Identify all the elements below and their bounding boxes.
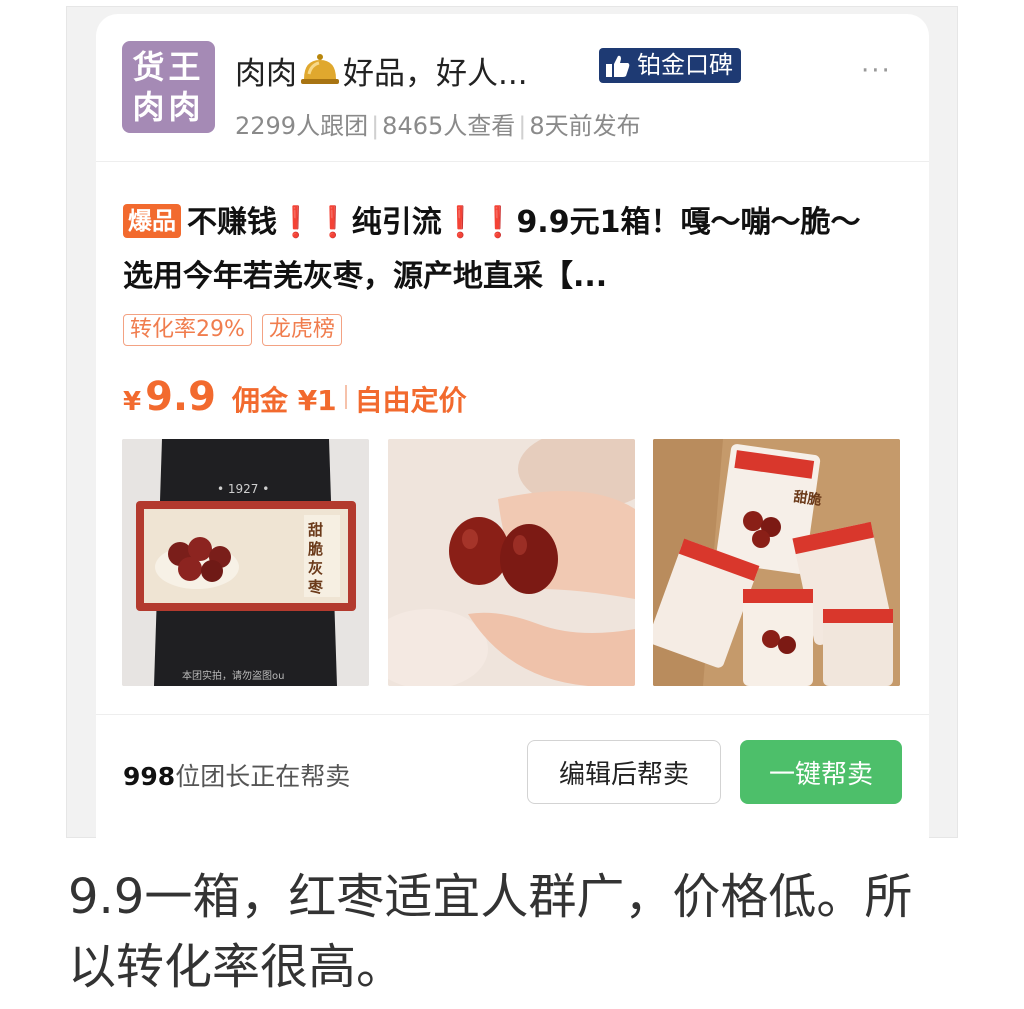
svg-text:• 1927 •: • 1927 • — [217, 482, 269, 496]
helper-count-text: 998位团长正在帮卖 — [123, 757, 350, 793]
product-box-image: • 1927 • 甜 脆 灰 枣 本团实拍，请勿盗图ou — [122, 439, 369, 686]
exclamation-icon: ❗❗ — [277, 205, 352, 240]
one-click-sell-button[interactable]: 一键帮卖 — [740, 740, 902, 804]
hot-item-tag: 爆品 — [123, 204, 181, 238]
free-pricing-label: 自由定价 — [354, 384, 467, 417]
price-row: ¥ 9.9 佣金 ¥1 自由定价 — [123, 374, 467, 420]
stats-divider: | — [371, 112, 380, 140]
views-count: 8465人查看 — [382, 112, 516, 140]
product-price: 9.9 — [145, 374, 216, 420]
svg-text:枣: 枣 — [307, 578, 324, 596]
group-buy-card[interactable]: 货王 肉肉 肉肉 好品，好人... 铂金口碑 ··· 2299人跟团 | 8465人… — [96, 14, 929, 838]
footer-divider — [96, 714, 929, 715]
product-box-photo[interactable]: • 1927 • 甜 脆 灰 枣 本团实拍，请勿盗图ou — [122, 439, 369, 686]
more-options-icon[interactable]: ··· — [861, 56, 892, 86]
title-text-2: 纯引流 — [351, 205, 442, 240]
shop-avatar[interactable]: 货王 肉肉 — [122, 41, 215, 133]
thumbs-up-icon — [606, 55, 630, 77]
shipping-box-image: 甜脆 — [653, 439, 900, 686]
shipping-box-photo[interactable]: 甜脆 — [653, 439, 900, 686]
posted-time: 8天前发布 — [529, 112, 641, 140]
stats-divider: | — [518, 112, 527, 140]
svg-text:甜: 甜 — [308, 521, 323, 539]
ranking-tag: 龙虎榜 — [261, 314, 342, 346]
shop-stats: 2299人跟团 | 8465人查看 | 8天前发布 — [235, 106, 641, 141]
shop-name-part2: 好品，好人... — [343, 56, 528, 92]
shop-name[interactable]: 肉肉 好品，好人... — [235, 48, 528, 93]
commission: 佣金 ¥1 — [231, 384, 337, 417]
avatar-text-line2: 肉肉 — [132, 88, 205, 126]
followers-count: 2299人跟团 — [235, 112, 369, 140]
shop-name-part1: 肉肉 — [235, 56, 297, 92]
platinum-reputation-badge: 铂金口碑 — [599, 48, 741, 83]
svg-text:本团实拍，请勿盗图ou: 本团实拍，请勿盗图ou — [182, 669, 284, 682]
date-in-hand-photo[interactable] — [388, 439, 635, 686]
helper-count-label: 位团长正在帮卖 — [175, 762, 351, 791]
exclamation-icon: ❗❗ — [441, 205, 517, 240]
product-tags: 转化率29% 龙虎榜 — [123, 314, 342, 346]
badge-label: 铂金口碑 — [637, 51, 733, 79]
product-title[interactable]: 爆品 不赚钱❗❗纯引流❗❗9.9元1箱！嘎～嘣～脆～选用今年若羌灰枣，源产地直采【… — [123, 196, 883, 304]
svg-text:脆: 脆 — [308, 540, 323, 558]
date-in-hand-image — [388, 439, 635, 686]
svg-text:灰: 灰 — [308, 559, 323, 577]
title-text-1: 不赚钱 — [187, 205, 277, 240]
service-bell-icon — [301, 54, 339, 84]
currency-symbol: ¥ — [123, 387, 142, 417]
avatar-text-line1: 货王 — [132, 48, 205, 86]
conversion-rate-tag: 转化率29% — [123, 314, 252, 346]
header-divider — [96, 161, 929, 162]
helper-count: 998 — [123, 762, 176, 791]
price-divider — [344, 385, 347, 409]
edit-then-sell-button[interactable]: 编辑后帮卖 — [527, 740, 721, 804]
caption-text: 9.9一箱，红枣适宜人群广，价格低。所以转化率很高。 — [68, 869, 913, 995]
